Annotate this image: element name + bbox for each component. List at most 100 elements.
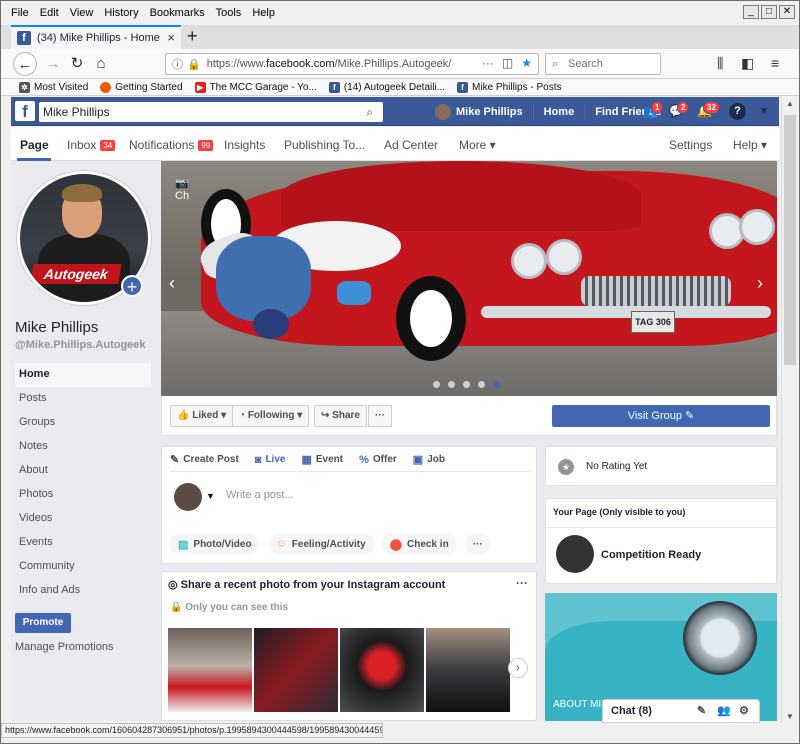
check-in-button[interactable]: ⬤ Check in: [381, 533, 457, 555]
instagram-photo-3[interactable]: [340, 628, 424, 712]
slide-dot[interactable]: [493, 381, 500, 388]
page-actions-icon[interactable]: ···: [482, 56, 494, 70]
search-input[interactable]: ⌕ Search: [545, 53, 661, 75]
sidebar-icon[interactable]: ◧: [741, 55, 754, 72]
event-tab[interactable]: ▦ Event: [301, 453, 343, 466]
menu-edit[interactable]: Edit: [40, 7, 59, 19]
nav-home[interactable]: Home: [544, 106, 575, 118]
chevron-down-icon[interactable]: ▼: [206, 491, 215, 501]
bookmark-most-visited[interactable]: ✲ Most Visited: [19, 81, 88, 93]
menu-file[interactable]: File: [11, 7, 29, 19]
scroll-down-icon[interactable]: ▼: [786, 712, 794, 721]
tab-insights[interactable]: Insights: [224, 138, 265, 152]
menu-bookmarks[interactable]: Bookmarks: [150, 7, 205, 19]
minimize-button[interactable]: _: [743, 5, 759, 19]
help-icon[interactable]: ?: [729, 103, 746, 120]
left-nav-notes[interactable]: Notes: [15, 435, 151, 459]
left-nav-videos[interactable]: Videos: [15, 507, 151, 531]
info-icon[interactable]: ⓘ: [172, 56, 183, 72]
instagram-photo-4[interactable]: [426, 628, 510, 712]
slide-dot[interactable]: [448, 381, 455, 388]
chat-bar[interactable]: Chat (8) ✎ 👥 ⚙: [602, 699, 760, 723]
tab-notifications[interactable]: Notifications 99: [129, 138, 214, 152]
your-page-name[interactable]: Competition Ready: [601, 549, 701, 561]
more-actions-button[interactable]: ···: [368, 405, 392, 427]
left-nav-info-and-ads[interactable]: Info and Ads: [15, 579, 151, 603]
menu-history[interactable]: History: [104, 7, 138, 19]
tab-help[interactable]: Help ▾: [733, 138, 767, 152]
left-nav-about[interactable]: About: [15, 459, 151, 483]
manage-promotions-link[interactable]: Manage Promotions: [15, 641, 113, 653]
liked-button[interactable]: 👍 Liked ▾: [170, 405, 234, 427]
promote-button[interactable]: Promote: [15, 613, 71, 633]
slide-dot[interactable]: [478, 381, 485, 388]
compose-icon[interactable]: ✎: [697, 700, 706, 722]
cover-photo[interactable]: TAG 306 📷 Ch ‹ ›: [161, 161, 777, 396]
job-tab[interactable]: ▣ Job: [413, 453, 445, 466]
home-button[interactable]: ⌂: [89, 52, 113, 76]
chevron-right-icon[interactable]: ›: [757, 273, 763, 294]
bookmark-getting-started[interactable]: Getting Started: [100, 81, 183, 93]
avatar[interactable]: [174, 483, 202, 511]
new-tab-button[interactable]: +: [187, 26, 198, 47]
offer-tab[interactable]: % Offer: [359, 453, 397, 466]
slide-dot[interactable]: [463, 381, 470, 388]
bookmark-mcc-garage[interactable]: ▶ The MCC Garage - Yo...: [194, 81, 317, 93]
tab-inbox[interactable]: Inbox 34: [67, 138, 116, 152]
forward-button[interactable]: →: [41, 52, 65, 76]
left-nav-groups[interactable]: Groups: [15, 411, 151, 435]
add-photo-icon[interactable]: +: [121, 275, 143, 297]
tab-page[interactable]: Page: [20, 138, 49, 152]
menu-view[interactable]: View: [70, 7, 94, 19]
left-nav-photos[interactable]: Photos: [15, 483, 151, 507]
bookmark-star-icon[interactable]: ★: [521, 56, 532, 70]
browser-tab[interactable]: f (34) Mike Phillips - Home ×: [11, 25, 181, 49]
account-menu-caret-icon[interactable]: ▼: [759, 106, 769, 117]
chevron-right-icon[interactable]: ›: [508, 658, 528, 678]
camera-icon[interactable]: 📷 Ch: [175, 177, 205, 202]
tab-ad-center[interactable]: Ad Center: [384, 138, 438, 152]
slide-dot[interactable]: [433, 381, 440, 388]
share-button[interactable]: ↪ Share: [314, 405, 367, 427]
hamburger-menu-icon[interactable]: ≡: [771, 55, 779, 71]
avatar[interactable]: [556, 535, 594, 573]
photo-video-button[interactable]: ▨ Photo/Video: [170, 533, 260, 555]
scrollbar-thumb[interactable]: [784, 115, 796, 365]
tab-settings[interactable]: Settings: [669, 138, 712, 152]
visit-group-button[interactable]: Visit Group ✎: [552, 405, 770, 427]
chevron-left-icon[interactable]: ‹: [169, 273, 175, 294]
feeling-activity-button[interactable]: ☺ Feeling/Activity: [267, 533, 374, 555]
left-nav-posts[interactable]: Posts: [15, 387, 151, 411]
following-button[interactable]: ◔ Following ▾: [232, 405, 310, 427]
library-icon[interactable]: ⫼: [717, 55, 723, 72]
left-nav-home[interactable]: Home: [15, 363, 151, 387]
avatar[interactable]: [435, 103, 451, 120]
facebook-logo-icon[interactable]: f: [15, 101, 35, 121]
post-input[interactable]: Write a post...: [226, 489, 294, 501]
tab-publishing-tools[interactable]: Publishing To...: [284, 138, 365, 152]
vertical-scrollbar[interactable]: ▲ ▼: [781, 97, 798, 723]
live-tab[interactable]: ◙ Live: [255, 453, 286, 466]
left-nav-community[interactable]: Community: [15, 555, 151, 579]
tab-more[interactable]: More ▾: [459, 138, 496, 152]
bookmark-mike-posts[interactable]: f Mike Phillips - Posts: [457, 81, 561, 93]
pocket-icon[interactable]: ◫: [502, 56, 513, 70]
instagram-photo-2[interactable]: [254, 628, 338, 712]
composer-more-button[interactable]: ···: [464, 533, 491, 555]
close-tab-icon[interactable]: ×: [167, 30, 175, 45]
maximize-button[interactable]: □: [761, 5, 777, 19]
gear-icon[interactable]: ⚙: [739, 700, 749, 722]
page-handle[interactable]: @Mike.Phillips.Autogeek: [15, 339, 146, 351]
reload-button[interactable]: ↻: [65, 52, 89, 76]
search-icon[interactable]: ⌕: [366, 102, 373, 122]
close-window-button[interactable]: ✕: [779, 5, 795, 19]
group-chat-icon[interactable]: 👥: [717, 700, 731, 722]
scroll-up-icon[interactable]: ▲: [786, 99, 794, 108]
bookmark-autogeek[interactable]: f (14) Autogeek Detaili...: [328, 81, 445, 93]
create-post-tab[interactable]: ✎ Create Post: [170, 453, 239, 466]
left-nav-events[interactable]: Events: [15, 531, 151, 555]
back-button[interactable]: ←: [13, 52, 37, 76]
facebook-search-input[interactable]: Mike Phillips ⌕: [39, 102, 383, 122]
instagram-photo-1[interactable]: [168, 628, 252, 712]
nav-profile-name[interactable]: Mike Phillips: [456, 106, 523, 118]
